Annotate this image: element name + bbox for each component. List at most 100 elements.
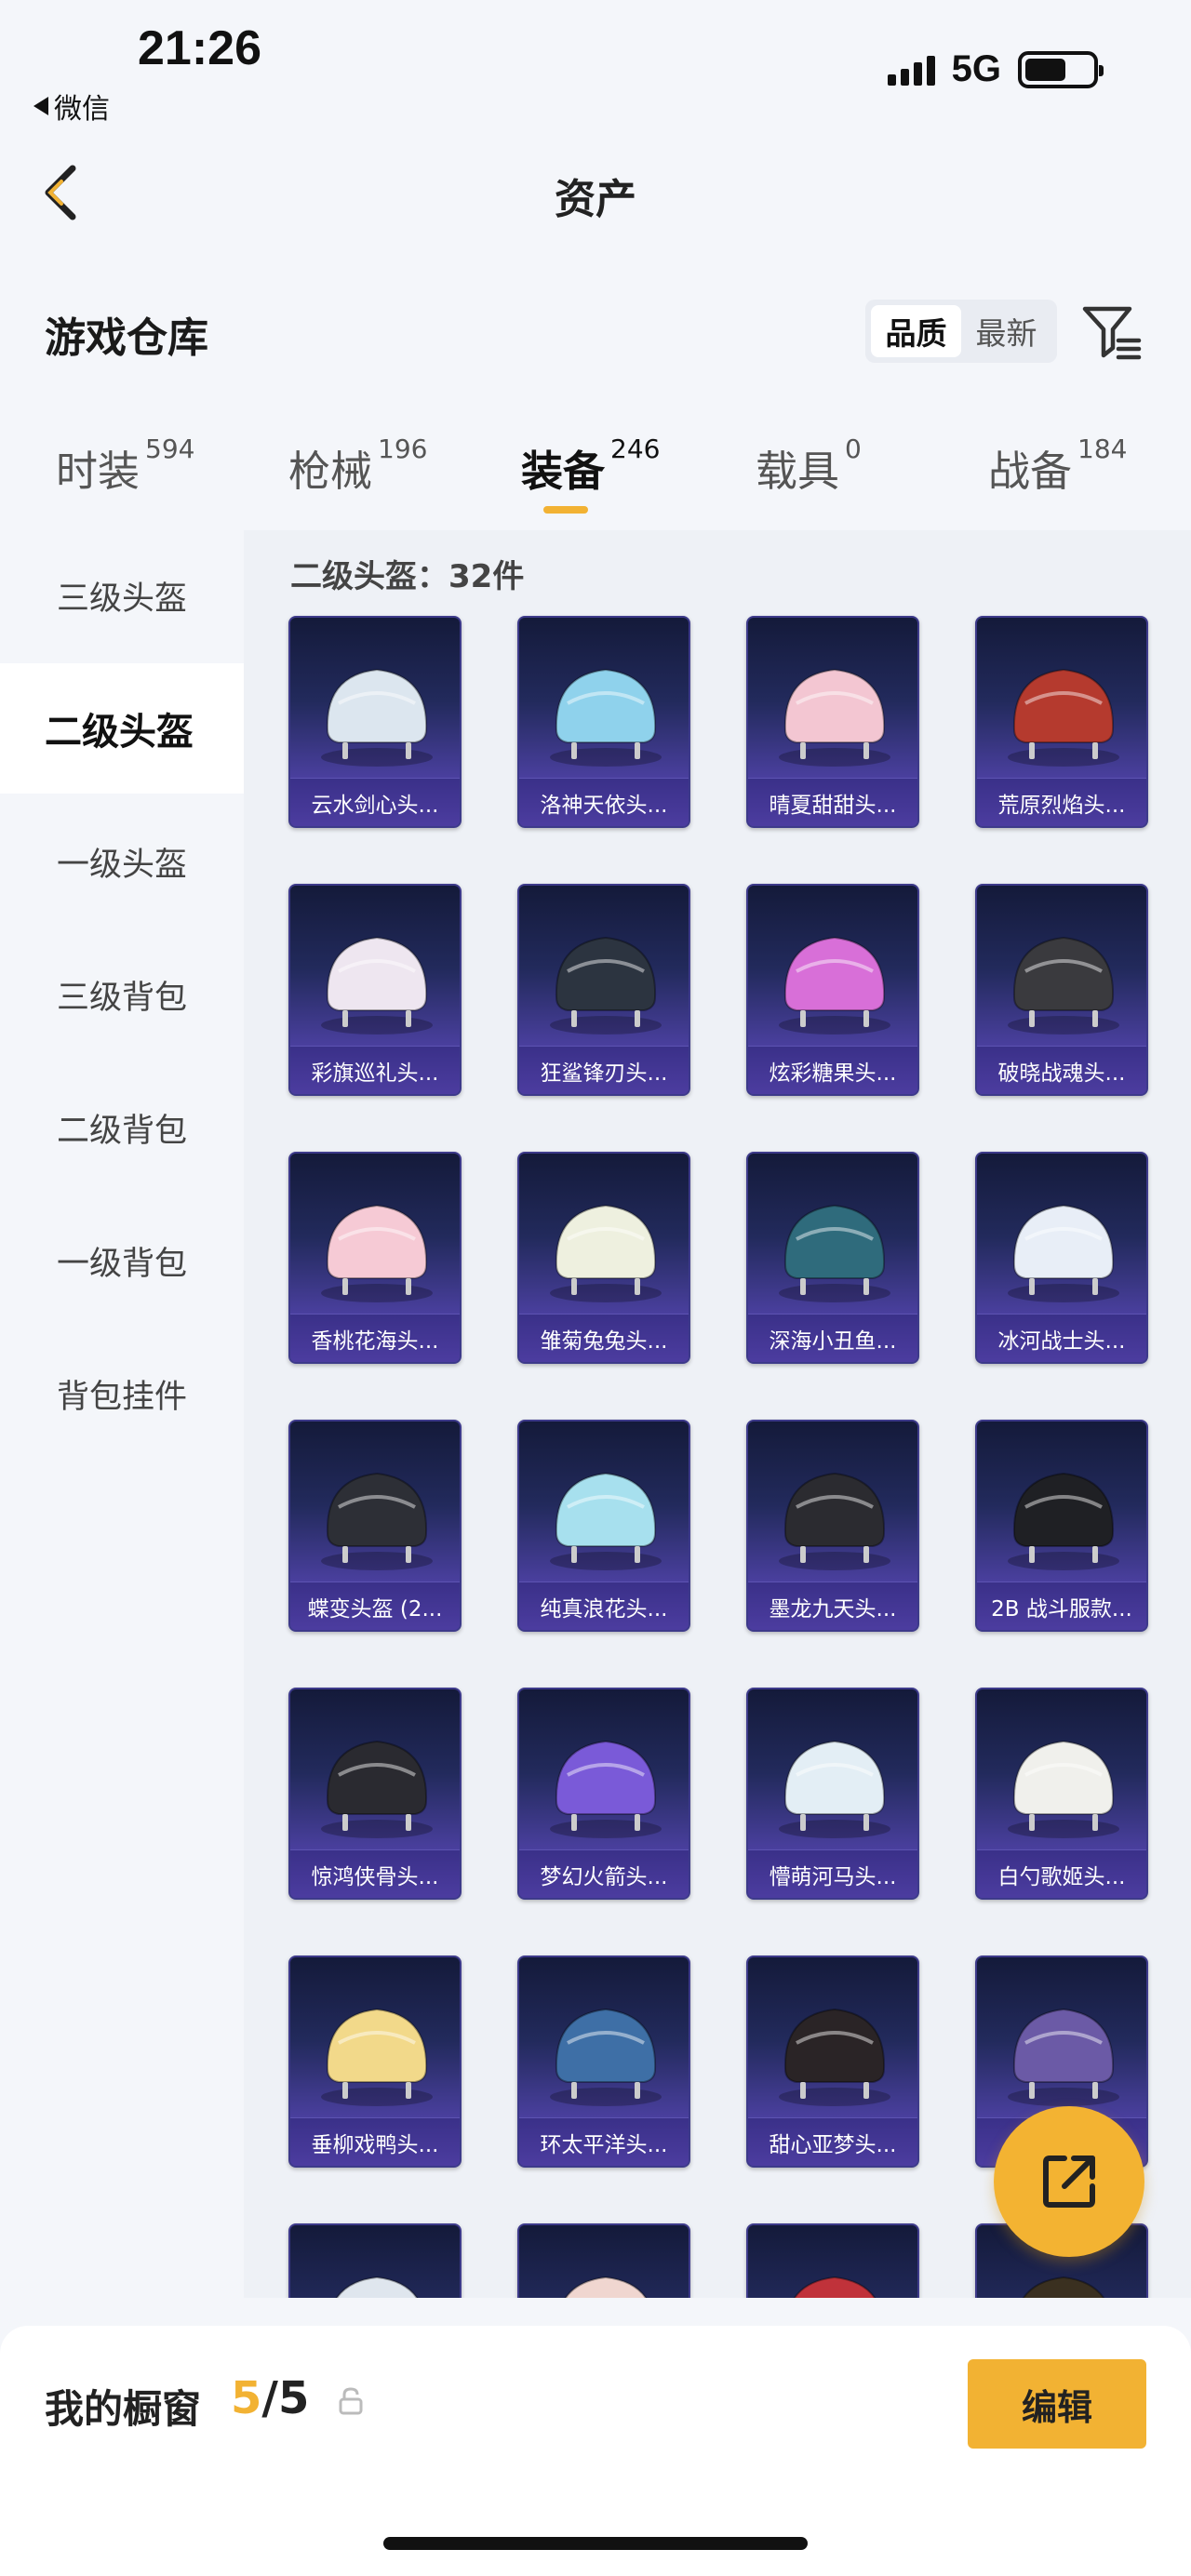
item-card[interactable]: 洛神天依头...: [517, 616, 690, 828]
item-panel: 二级头盔：32件 云水剑心头... 洛神天依头... 晴夏甜甜头... 荒原烈焰头..…: [244, 530, 1191, 2298]
item-card[interactable]: 垂柳戏鸭头...: [288, 1955, 462, 2168]
item-card[interactable]: 纯真浪花头...: [517, 1420, 690, 1632]
item-name: 荒原烈焰头...: [977, 778, 1146, 826]
item-name: 香桃花海头...: [290, 1314, 460, 1362]
item-name: 甜心亚梦头...: [748, 2117, 917, 2166]
item-card[interactable]: 香桃花海头...: [288, 1152, 462, 1364]
item-card[interactable]: [517, 2223, 690, 2298]
item-card[interactable]: [288, 2223, 462, 2298]
item-card[interactable]: 云水剑心头...: [288, 616, 462, 828]
showcase-separator: /: [261, 2372, 278, 2424]
item-card[interactable]: 梦幻火箭头...: [517, 1688, 690, 1900]
tab-count: 184: [1077, 434, 1128, 464]
back-to-app[interactable]: 微信: [33, 86, 110, 127]
helmet-icon: [793, 2276, 877, 2298]
item-card[interactable]: 白勺歌姬头...: [975, 1688, 1148, 1900]
item-card[interactable]: 晴夏甜甜头...: [746, 616, 919, 828]
item-card[interactable]: 2B 战斗服款...: [975, 1420, 1148, 1632]
asset-page: 21:26 微信 5G 资产 游戏仓库 品质 最新 时装 594 枪械 196 …: [0, 0, 1191, 2576]
sidebar-item-level1-backpack[interactable]: 一级背包: [0, 1195, 244, 1326]
sidebar-item-level2-backpack[interactable]: 二级背包: [0, 1062, 244, 1193]
sidebar-item-level2-helmet[interactable]: 二级头盔: [0, 663, 244, 794]
showcase-count: 5/5: [231, 2372, 309, 2424]
item-card[interactable]: 环太平洋头...: [517, 1955, 690, 2168]
status-time: 21:26: [138, 21, 261, 75]
item-name: 深海小丑鱼...: [748, 1314, 917, 1362]
item-name: 彩旗巡礼头...: [290, 1046, 460, 1094]
showcase-current: 5: [231, 2372, 262, 2424]
tab-firearms[interactable]: 枪械 196: [288, 434, 428, 498]
item-name: 冰河战士头...: [977, 1314, 1146, 1362]
edit-button[interactable]: 编辑: [968, 2359, 1146, 2449]
item-name: 白勺歌姬头...: [977, 1849, 1146, 1898]
sidebar-item-backpack-charm[interactable]: 背包挂件: [0, 1328, 244, 1459]
share-icon: [1043, 2156, 1095, 2208]
item-card[interactable]: 荒原烈焰头...: [975, 616, 1148, 828]
item-name: 环太平洋头...: [519, 2117, 689, 2166]
category-tabs: 时装 594 枪械 196 装备 246 载具 0 战备 184: [0, 434, 1191, 521]
item-card[interactable]: 雏菊兔兔头...: [517, 1152, 690, 1364]
tab-label: 装备: [521, 447, 606, 496]
item-name: 梦幻火箭头...: [519, 1849, 689, 1898]
tab-equipment[interactable]: 装备 246: [521, 434, 661, 498]
showcase-title: 我的橱窗: [45, 2386, 202, 2432]
tab-label: 战备: [988, 447, 1073, 496]
sort-newest[interactable]: 最新: [961, 305, 1051, 357]
sidebar-item-level3-backpack[interactable]: 三级背包: [0, 929, 244, 1060]
item-name: 2B 战斗服款...: [977, 1582, 1146, 1630]
item-card[interactable]: 破晓战魂头...: [975, 884, 1148, 1096]
tab-label: 载具: [756, 447, 840, 496]
item-name: 纯真浪花头...: [519, 1582, 689, 1630]
helmet-icon: [564, 2276, 648, 2298]
item-card[interactable]: 惊鸿侠骨头...: [288, 1688, 462, 1900]
sort-quality[interactable]: 品质: [871, 305, 961, 357]
item-card[interactable]: 深海小丑鱼...: [746, 1152, 919, 1364]
back-app-label: 微信: [54, 93, 110, 126]
showcase-total: 5: [277, 2372, 310, 2424]
item-name: 蝶变头盔 (2...: [290, 1582, 460, 1630]
page-title: 资产: [555, 176, 636, 223]
tab-label: 枪械: [288, 447, 373, 496]
sidebar-item-level3-helmet[interactable]: 三级头盔: [0, 530, 244, 661]
battery-icon: [1018, 50, 1104, 88]
item-card[interactable]: 墨龙九天头...: [746, 1420, 919, 1632]
category-title: 二级头盔：32件: [290, 558, 525, 595]
filter-button[interactable]: [1079, 300, 1144, 365]
subcategory-sidebar: 三级头盔 二级头盔 一级头盔 三级背包 二级背包 一级背包 背包挂件: [0, 530, 244, 2326]
warehouse-title: 游戏仓库: [45, 314, 208, 362]
tab-fashion[interactable]: 时装 594: [56, 434, 194, 498]
back-triangle-icon: [33, 97, 48, 115]
signal-icon: [887, 54, 935, 86]
filter-icon: [1082, 306, 1142, 360]
tab-vehicles[interactable]: 载具 0: [756, 434, 862, 498]
sort-toggle: 品质 最新: [865, 300, 1057, 363]
item-card[interactable]: 狂鲨锋刃头...: [517, 884, 690, 1096]
item-name: 狂鲨锋刃头...: [519, 1046, 689, 1094]
item-card[interactable]: 甜心亚梦头...: [746, 1955, 919, 2168]
tab-count: 246: [610, 434, 661, 464]
sidebar-item-level1-helmet[interactable]: 一级头盔: [0, 796, 244, 927]
item-card[interactable]: 蝶变头盔 (2...: [288, 1420, 462, 1632]
item-card[interactable]: 彩旗巡礼头...: [288, 884, 462, 1096]
item-name: 雏菊兔兔头...: [519, 1314, 689, 1362]
item-card[interactable]: 懵萌河马头...: [746, 1688, 919, 1900]
tab-count: 196: [378, 434, 428, 464]
item-name: 洛神天依头...: [519, 778, 689, 826]
item-card[interactable]: [746, 2223, 919, 2298]
active-tab-indicator: [543, 506, 588, 514]
tab-combat-gear[interactable]: 战备 184: [988, 434, 1128, 498]
item-name: 炫彩糖果头...: [748, 1046, 917, 1094]
helmet-icon: [335, 2276, 419, 2298]
tab-label: 时装: [56, 447, 141, 496]
item-name: 垂柳戏鸭头...: [290, 2117, 460, 2166]
share-button[interactable]: [994, 2106, 1144, 2257]
lock-icon: [339, 2387, 363, 2415]
item-name: 破晓战魂头...: [977, 1046, 1146, 1094]
item-card[interactable]: 炫彩糖果头...: [746, 884, 919, 1096]
status-indicators: 5G: [887, 48, 1104, 90]
network-type: 5G: [951, 48, 1001, 89]
item-name: 晴夏甜甜头...: [748, 778, 917, 826]
item-name: 懵萌河马头...: [748, 1849, 917, 1898]
tab-count: 0: [845, 434, 862, 464]
item-card[interactable]: 冰河战士头...: [975, 1152, 1148, 1364]
